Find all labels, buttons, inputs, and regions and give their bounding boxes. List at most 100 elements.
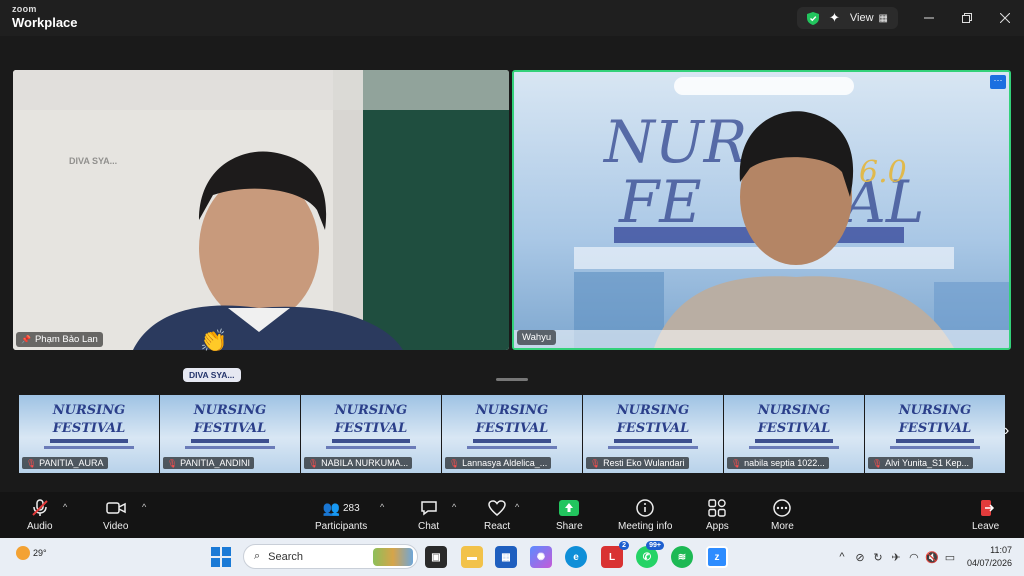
zoom-taskbar-icon[interactable]: z — [706, 546, 728, 568]
participants-icon-wrap: 👥 283 — [323, 498, 360, 518]
more-dots-icon — [773, 498, 792, 518]
windows-start-icon[interactable] — [211, 547, 231, 567]
thumbnail-name-tag: 🎙 PANITIA_AURA — [22, 457, 108, 469]
leave-icon — [977, 498, 995, 518]
participant-thumbnail[interactable]: NURSING FESTIVAL 🎙 Alvi Yunita_S1 Kep... — [865, 395, 1005, 473]
thumbnail-name-tag: 🎙 Resti Eko Wulandari — [586, 457, 689, 469]
participant-video — [13, 70, 509, 350]
svg-text:FE: FE — [618, 168, 702, 236]
notification-badge: 2 — [619, 541, 629, 550]
audio-options-chevron-icon[interactable]: ^ — [63, 502, 67, 512]
chat-button[interactable]: Chat — [418, 498, 439, 532]
react-options-chevron-icon[interactable]: ^ — [515, 502, 519, 512]
bluetooth-icon[interactable]: ✈ — [887, 551, 905, 564]
thumbnail-name-tag: 🎙 Alvi Yunita_S1 Kep... — [868, 457, 974, 469]
video-button[interactable]: Video — [103, 498, 128, 532]
participant-name-tag: 📌 Phạm Bảo Lan — [16, 332, 103, 347]
edge-icon[interactable]: e — [565, 546, 587, 568]
participants-button[interactable]: 👥 283 Participants — [315, 498, 367, 533]
video-tile-left[interactable]: DIVA SYA... 📌 Phạm Bảo Lan — [13, 70, 509, 350]
spotify-icon[interactable]: ≋ — [671, 546, 693, 568]
close-button[interactable] — [986, 0, 1024, 36]
clock[interactable]: 11:07 04/07/2026 — [967, 544, 1012, 570]
chat-label: Chat — [418, 521, 440, 532]
apps-button[interactable]: Apps — [706, 498, 729, 532]
tile-more-button[interactable]: ··· — [990, 75, 1006, 89]
react-button[interactable]: React — [484, 498, 510, 532]
sparkle-icon[interactable]: ✦ — [829, 10, 840, 26]
meeting-stage: DIVA SYA... 📌 Phạm Bảo Lan NUR FE AL 6.0 — [0, 36, 1024, 492]
thumb-title-line2: FESTIVAL — [757, 421, 831, 436]
date: 04/07/2026 — [966, 558, 1012, 568]
audio-button[interactable]: Audio — [27, 498, 53, 532]
participant-thumbnail[interactable]: NURSING FESTIVAL 🎙 Resti Eko Wulandari — [583, 395, 723, 473]
participant-thumbnail[interactable]: NURSING FESTIVAL 🎙 PANITIA_AURA — [19, 395, 159, 473]
search-icon: ⌕ — [254, 550, 261, 562]
file-explorer-icon[interactable]: ▬ — [461, 546, 483, 568]
title-bar: zoom Workplace ✦ View ▦ — [0, 0, 1024, 36]
volume-muted-icon[interactable]: 🔇 — [923, 551, 941, 564]
audio-label: Audio — [27, 521, 53, 532]
eye-off-icon[interactable]: ⊘ — [851, 551, 869, 564]
thumb-title-line2: FESTIVAL — [334, 421, 408, 436]
thumb-banner — [472, 439, 552, 443]
thumb-banner — [190, 439, 270, 443]
speaker-badge: DIVA SYA... — [183, 368, 241, 382]
taskbar-search[interactable]: ⌕ Search — [243, 544, 418, 569]
more-label: More — [771, 521, 794, 532]
mic-off-icon: 🎙 — [308, 458, 319, 468]
view-button[interactable]: View ▦ — [850, 12, 888, 24]
thumbnail-name-tag: 🎙 PANITIA_ANDINI — [163, 457, 255, 469]
thumb-title-line1: NURSING — [52, 403, 126, 418]
share-button[interactable]: Share — [556, 498, 583, 532]
thumb-banner — [754, 439, 834, 443]
video-tile-right[interactable]: NUR FE AL 6.0 ··· Wahyu — [512, 70, 1011, 350]
thumb-subbanner — [326, 446, 416, 449]
view-label: View — [849, 12, 874, 24]
restore-button[interactable] — [948, 0, 986, 36]
sync-icon[interactable]: ↻ — [869, 551, 887, 564]
thumb-title-line2: FESTIVAL — [52, 421, 126, 436]
battery-icon[interactable]: ▭ — [941, 551, 959, 564]
participants-options-chevron-icon[interactable]: ^ — [380, 502, 384, 512]
chat-options-chevron-icon[interactable]: ^ — [452, 502, 456, 512]
weather-widget[interactable]: 29° — [16, 546, 47, 560]
view-controls: ✦ View ▦ — [796, 7, 898, 29]
resize-handle[interactable] — [496, 378, 528, 381]
leave-button[interactable]: Leave — [972, 498, 999, 532]
participant-name: Wahyu — [522, 332, 552, 343]
whatsapp-icon[interactable]: ✆ 99+ — [636, 541, 664, 568]
meeting-toolbar: Audio ^ Video ^ 👥 283 Participants ^ Chat… — [0, 492, 1024, 538]
pin-icon: 📌 — [21, 335, 31, 344]
thumb-banner — [895, 439, 975, 443]
thumbnail-name: NABILA NURKUMA... — [321, 458, 409, 468]
chevron-up-icon[interactable]: ^ — [833, 551, 851, 563]
chat-icon — [420, 498, 438, 518]
sun-icon — [16, 546, 30, 560]
thumb-title-line2: FESTIVAL — [898, 421, 972, 436]
more-button[interactable]: More — [771, 498, 794, 532]
video-options-chevron-icon[interactable]: ^ — [142, 502, 146, 512]
store-icon[interactable]: ▦ — [495, 546, 517, 568]
participant-thumbnail[interactable]: NURSING FESTIVAL 🎙 nabila septia 1022... — [724, 395, 864, 473]
shield-icon[interactable] — [806, 11, 819, 25]
participant-thumbnail[interactable]: NURSING FESTIVAL 🎙 NABILA NURKUMA... — [301, 395, 441, 473]
participant-video: NUR FE AL 6.0 — [514, 72, 1009, 348]
chevron-right-icon[interactable]: › — [1004, 422, 1009, 440]
thumb-banner — [331, 439, 411, 443]
red-app-icon[interactable]: L2 — [601, 541, 629, 568]
thumb-subbanner — [467, 446, 557, 449]
task-view-icon[interactable]: ▣ — [425, 546, 447, 568]
info-icon — [636, 498, 654, 518]
minimize-button[interactable] — [910, 0, 948, 36]
participant-name-tag: Wahyu — [517, 330, 557, 345]
thumbnail-name: Alvi Yunita_S1 Kep... — [885, 458, 970, 468]
thumb-title-line2: FESTIVAL — [475, 421, 549, 436]
participant-thumbnail[interactable]: NURSING FESTIVAL 🎙 PANITIA_ANDINI — [160, 395, 300, 473]
copilot-icon[interactable]: ✺ — [530, 546, 552, 568]
participant-thumbnail[interactable]: NURSING FESTIVAL 🎙 Lannasya Aldelica_... — [442, 395, 582, 473]
wifi-icon[interactable]: ◠ — [905, 551, 923, 564]
meeting-info-button[interactable]: Meeting info — [618, 498, 672, 532]
apps-icon — [708, 498, 727, 518]
thumb-title-line2: FESTIVAL — [193, 421, 267, 436]
